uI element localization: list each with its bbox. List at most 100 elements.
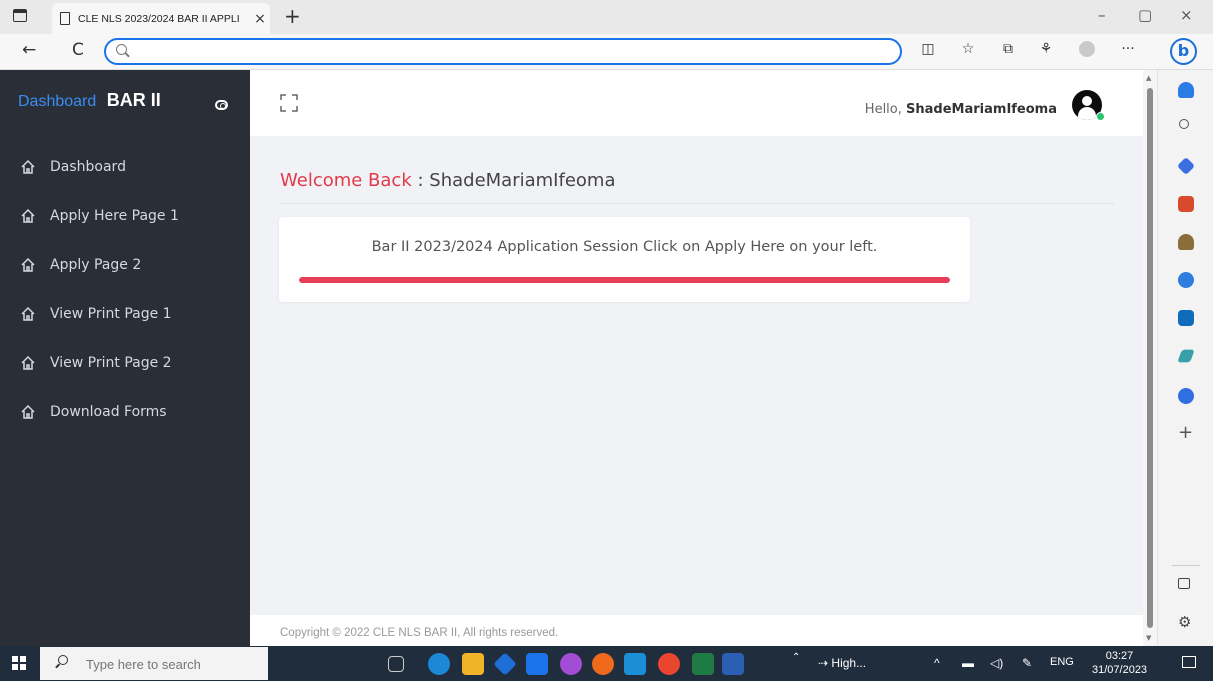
home-icon xyxy=(21,257,35,272)
minimize-button[interactable]: – xyxy=(1098,6,1106,24)
sidebar-item-dashboard[interactable]: Dashboard xyxy=(0,142,250,191)
notification-center-icon[interactable] xyxy=(1182,656,1196,668)
welcome-label: Welcome Back xyxy=(280,170,412,191)
profile-icon[interactable] xyxy=(1077,41,1097,61)
reading-view-icon[interactable]: ◫ xyxy=(918,41,938,57)
window-close-button[interactable]: × xyxy=(1180,6,1193,24)
address-bar[interactable] xyxy=(104,38,902,65)
file-explorer-icon[interactable] xyxy=(462,653,484,675)
home-icon xyxy=(21,355,35,370)
search-icon[interactable] xyxy=(1178,118,1194,134)
page-scrollbar[interactable]: ▲ ▼ xyxy=(1143,70,1157,646)
network-status[interactable]: ⇢ High... xyxy=(818,656,866,670)
favorites-icon[interactable]: ☆ xyxy=(958,41,978,57)
online-status-dot xyxy=(1096,112,1105,121)
new-tab-button[interactable]: + xyxy=(284,4,301,28)
shopping-tag-icon[interactable] xyxy=(1176,156,1196,176)
sidebar-item-download-forms[interactable]: Download Forms xyxy=(0,387,250,436)
taskbar-search-input[interactable] xyxy=(86,655,256,673)
mail-icon[interactable] xyxy=(624,653,646,675)
edge-sidebar: + ⚙ xyxy=(1157,70,1213,646)
system-clock[interactable]: 03:27 31/07/2023 xyxy=(1092,649,1147,677)
sidebar-item-label: Apply Page 2 xyxy=(50,256,142,273)
network-label: High... xyxy=(831,656,867,670)
chevron-up-icon[interactable]: ⌃ xyxy=(792,652,800,663)
sidebar-item-apply-page-2[interactable]: Apply Page 2 xyxy=(0,240,250,289)
divider xyxy=(280,203,1114,204)
store-icon[interactable] xyxy=(526,653,548,675)
refresh-button[interactable]: C xyxy=(72,40,84,60)
hide-sidebar-icon[interactable] xyxy=(1178,578,1190,589)
sidebar-item-view-print-page-2[interactable]: View Print Page 2 xyxy=(0,338,250,387)
home-icon xyxy=(21,306,35,321)
edge-browser-icon[interactable] xyxy=(428,653,450,675)
search-icon xyxy=(116,44,127,55)
app-sidebar: Dashboard BAR II Dashboard Apply Here Pa… xyxy=(0,70,250,646)
fullscreen-icon[interactable] xyxy=(280,94,298,112)
language-indicator[interactable]: ENG xyxy=(1050,656,1074,668)
divider xyxy=(1172,565,1200,566)
back-button[interactable]: ← xyxy=(22,40,36,60)
tab-actions-icon[interactable] xyxy=(13,9,27,22)
pen-icon[interactable]: ✎ xyxy=(1022,656,1032,670)
search-icon xyxy=(58,655,68,665)
settings-gear-icon[interactable]: ⚙ xyxy=(1178,614,1194,630)
app-header: Hello, ShadeMariamIfeoma xyxy=(250,70,1143,136)
sidebar-item-label: Apply Here Page 1 xyxy=(50,207,179,224)
clock-time: 03:27 xyxy=(1105,650,1134,662)
games-icon[interactable] xyxy=(1178,234,1194,250)
windows-taskbar: ⌃ ⇢ High... ^ ▬ ◁) ✎ ENG 03:27 31/07/202… xyxy=(0,646,1213,681)
browser-tab[interactable]: CLE NLS 2023/2024 BAR II APPLI × xyxy=(52,3,270,34)
home-icon xyxy=(21,208,35,223)
firefox-icon[interactable] xyxy=(592,653,614,675)
volume-icon[interactable]: ◁) xyxy=(990,656,1003,670)
sidebar-toggle-icon[interactable] xyxy=(215,100,228,110)
tab-close-icon[interactable]: × xyxy=(250,11,270,27)
word-icon[interactable] xyxy=(722,653,744,675)
app-icon[interactable] xyxy=(493,652,517,676)
task-view-icon[interactable] xyxy=(388,656,404,672)
restore-button[interactable]: ▢ xyxy=(1138,6,1152,24)
game-icon[interactable] xyxy=(560,653,582,675)
chrome-icon[interactable] xyxy=(658,653,680,675)
scroll-down-icon[interactable]: ▼ xyxy=(1146,634,1151,642)
more-menu-button[interactable]: ··· xyxy=(1118,41,1138,57)
bing-chat-button[interactable]: b xyxy=(1170,38,1197,65)
tab-title: CLE NLS 2023/2024 BAR II APPLI xyxy=(78,12,240,25)
battery-icon[interactable]: ▬ xyxy=(962,656,974,670)
brand-name: BAR II xyxy=(106,90,161,110)
address-input[interactable] xyxy=(136,43,876,61)
extensions-icon[interactable]: ⚘ xyxy=(1036,41,1056,57)
wifi-icon: ⇢ xyxy=(818,656,829,670)
main-content: Hello, ShadeMariamIfeoma Welcome Back : … xyxy=(250,70,1143,646)
sidebar-item-label: View Print Page 2 xyxy=(50,354,172,371)
sidebar-item-view-print-page-1[interactable]: View Print Page 1 xyxy=(0,289,250,338)
sidebar-menu: Dashboard Apply Here Page 1 Apply Page 2… xyxy=(0,142,250,436)
copyright-text: Copyright © 2022 CLE NLS BAR II, All rig… xyxy=(280,627,559,639)
excel-icon[interactable] xyxy=(692,653,714,675)
sidebar-item-apply-here-page-1[interactable]: Apply Here Page 1 xyxy=(0,191,250,240)
add-sidebar-app-icon[interactable]: + xyxy=(1178,422,1193,443)
microsoft-365-icon[interactable] xyxy=(1178,272,1194,288)
scrollbar-thumb[interactable] xyxy=(1147,88,1153,628)
taskbar-search[interactable] xyxy=(40,647,268,680)
tools-icon[interactable] xyxy=(1178,196,1194,212)
google-icon[interactable] xyxy=(1178,388,1194,404)
footer: Copyright © 2022 CLE NLS BAR II, All rig… xyxy=(250,615,1143,646)
page-icon xyxy=(60,12,70,25)
notification-bell-icon[interactable] xyxy=(1178,82,1194,98)
page-title: Welcome Back : ShadeMariamIfeoma xyxy=(280,170,615,191)
user-name: ShadeMariamIfeoma xyxy=(906,102,1057,117)
progress-fill xyxy=(299,277,950,283)
outlook-icon[interactable] xyxy=(1178,310,1194,326)
progress-bar xyxy=(299,277,950,283)
windows-start-icon[interactable] xyxy=(12,656,26,670)
collections-icon[interactable]: ⧉ xyxy=(998,41,1018,57)
sidebar-item-label: Download Forms xyxy=(50,403,167,420)
brand-logo[interactable]: Dashboard BAR II xyxy=(18,90,161,111)
card-message: Bar II 2023/2024 Application Session Cli… xyxy=(371,239,878,255)
scroll-up-icon[interactable]: ▲ xyxy=(1146,74,1151,82)
drop-icon[interactable] xyxy=(1177,349,1195,363)
home-icon xyxy=(21,404,35,419)
show-hidden-icons-icon[interactable]: ^ xyxy=(934,656,940,670)
